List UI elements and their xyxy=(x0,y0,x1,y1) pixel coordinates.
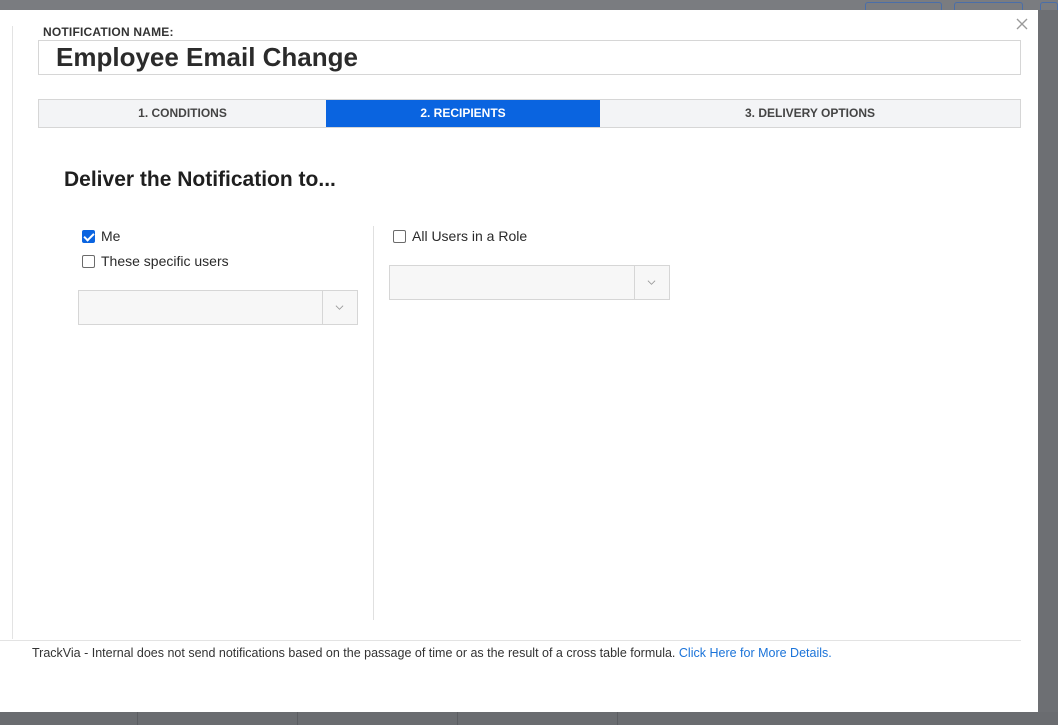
users-select[interactable] xyxy=(78,290,358,325)
background-page-header xyxy=(0,0,1058,10)
role-label: All Users in a Role xyxy=(412,228,527,244)
notification-name-label: NOTIFICATION NAME: xyxy=(43,25,174,39)
chevron-down-icon xyxy=(647,278,656,287)
wizard-tabs: 1. CONDITIONS 2. RECIPIENTS 3. DELIVERY … xyxy=(38,99,1021,128)
notification-name-input[interactable] xyxy=(38,40,1021,75)
footer-note: TrackVia - Internal does not send notifi… xyxy=(32,646,832,660)
users-select-toggle[interactable] xyxy=(322,291,357,324)
chevron-down-icon xyxy=(335,303,344,312)
footer-divider xyxy=(0,640,1021,641)
background-page-table xyxy=(0,712,1058,725)
section-heading: Deliver the Notification to... xyxy=(64,168,336,192)
role-checkbox[interactable] xyxy=(393,230,406,243)
more-details-link[interactable]: Click Here for More Details. xyxy=(679,646,832,660)
left-divider xyxy=(12,26,13,639)
tab-delivery-options[interactable]: 3. DELIVERY OPTIONS xyxy=(600,100,1020,127)
background-page-edge xyxy=(1038,10,1058,712)
notification-modal: NOTIFICATION NAME: 1. CONDITIONS 2. RECI… xyxy=(0,10,1038,712)
footer-message: TrackVia - Internal does not send notifi… xyxy=(32,646,675,660)
role-checkbox-row[interactable]: All Users in a Role xyxy=(393,228,527,244)
specific-users-label: These specific users xyxy=(101,253,229,269)
tab-conditions[interactable]: 1. CONDITIONS xyxy=(39,100,326,127)
me-checkbox-row[interactable]: Me xyxy=(82,228,120,244)
specific-users-checkbox[interactable] xyxy=(82,255,95,268)
specific-users-checkbox-row[interactable]: These specific users xyxy=(82,253,229,269)
me-checkbox[interactable] xyxy=(82,230,95,243)
column-divider xyxy=(373,226,374,620)
tab-recipients[interactable]: 2. RECIPIENTS xyxy=(326,100,600,127)
close-icon[interactable] xyxy=(1014,16,1030,32)
me-label: Me xyxy=(101,228,120,244)
role-select[interactable] xyxy=(389,265,670,300)
role-select-toggle[interactable] xyxy=(634,266,669,299)
